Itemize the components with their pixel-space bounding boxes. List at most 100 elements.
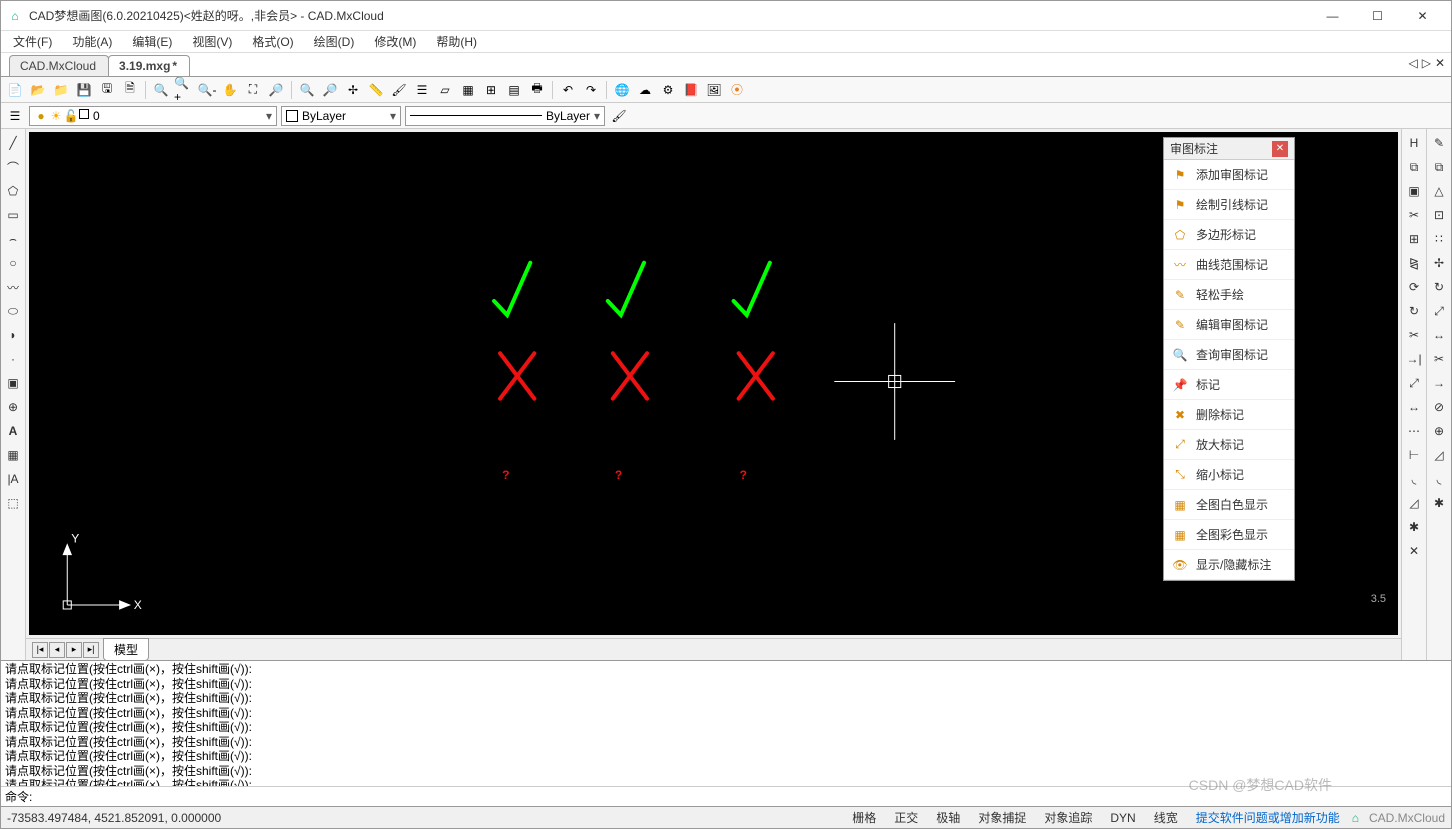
highlight-icon[interactable]: ▱ <box>435 80 455 100</box>
brush-icon[interactable]: 🖌 <box>389 80 409 100</box>
menu-func[interactable]: 功能(A) <box>66 31 118 52</box>
grid-icon[interactable]: ▦ <box>458 80 478 100</box>
trim-icon[interactable]: ✂ <box>1404 325 1424 345</box>
move-icon[interactable]: ✢ <box>343 80 363 100</box>
dim-linear-icon[interactable]: H <box>1404 133 1424 153</box>
region-icon[interactable]: ⬚ <box>3 493 23 513</box>
rotate-icon[interactable]: ↻ <box>1404 301 1424 321</box>
redo-icon[interactable]: ↷ <box>581 80 601 100</box>
paste-icon[interactable]: ▣ <box>1404 181 1424 201</box>
copy-icon[interactable]: ⧉ <box>1404 157 1424 177</box>
web-icon[interactable]: 🌐 <box>612 80 632 100</box>
layers-icon[interactable]: ☰ <box>412 80 432 100</box>
line-icon[interactable]: ╱ <box>3 133 23 153</box>
break-icon[interactable]: ⋯ <box>1404 421 1424 441</box>
erase-icon[interactable]: ✕ <box>1404 541 1424 561</box>
review-item-11[interactable]: ▦全图白色显示 <box>1164 490 1294 520</box>
stretch-icon[interactable]: ↔ <box>1404 397 1424 417</box>
ellipse-arc-icon[interactable]: ◗ <box>3 325 23 345</box>
layer-manager-icon[interactable]: ☰ <box>5 106 25 126</box>
mirror-icon[interactable]: ⧎ <box>1404 253 1424 273</box>
new-file-icon[interactable]: 📄 <box>5 80 25 100</box>
review-item-12[interactable]: ▦全图彩色显示 <box>1164 520 1294 550</box>
menu-view[interactable]: 视图(V) <box>186 31 238 52</box>
zoom-in-icon[interactable]: 🔍+ <box>174 80 194 100</box>
zoom-prev-icon[interactable]: 🔍 <box>297 80 317 100</box>
polygon-icon[interactable]: ⬠ <box>3 181 23 201</box>
review-item-0[interactable]: ⚑添加审图标记 <box>1164 160 1294 190</box>
tab-next-icon[interactable]: ▸ <box>66 642 82 658</box>
close-button[interactable]: ✕ <box>1400 2 1445 30</box>
paintbrush-icon[interactable]: 🖌 <box>609 106 629 126</box>
status-grid[interactable]: 栅格 <box>846 807 882 828</box>
mtext-icon[interactable]: |A <box>3 469 23 489</box>
zoom-scale-icon[interactable]: 🔎 <box>320 80 340 100</box>
hatch-icon[interactable]: ▦ <box>3 445 23 465</box>
help-icon[interactable]: ⦿ <box>727 80 747 100</box>
pan-icon[interactable]: ✋ <box>220 80 240 100</box>
insert-icon[interactable]: ⊕ <box>3 397 23 417</box>
tab-next-icon[interactable]: ▷ <box>1422 56 1431 70</box>
minimize-button[interactable]: — <box>1310 2 1355 30</box>
measure-icon[interactable]: 📏 <box>366 80 386 100</box>
ellipse-icon[interactable]: ⬭ <box>3 301 23 321</box>
tab-last-icon[interactable]: ▸| <box>83 642 99 658</box>
pdf-icon[interactable]: 📕 <box>681 80 701 100</box>
review-item-13[interactable]: 👁显示/隐藏标注 <box>1164 550 1294 580</box>
panel-header[interactable]: 审图标注 ✕ <box>1164 138 1294 160</box>
stretch2-icon[interactable]: ↔ <box>1429 325 1449 345</box>
print-icon[interactable]: 🖶 <box>527 80 547 100</box>
copy2-icon[interactable]: ⧉ <box>1429 157 1449 177</box>
explode-icon[interactable]: ✱ <box>1404 517 1424 537</box>
cut-icon[interactable]: ✂ <box>1404 205 1424 225</box>
status-lineweight[interactable]: 线宽 <box>1148 807 1184 828</box>
scale2-icon[interactable]: ⤢ <box>1429 301 1449 321</box>
maximize-button[interactable]: ☐ <box>1355 2 1400 30</box>
erase2-icon[interactable]: ✎ <box>1429 133 1449 153</box>
tab-close-icon[interactable]: ✕ <box>1435 56 1445 70</box>
layout-icon[interactable]: ▤ <box>504 80 524 100</box>
extend2-icon[interactable]: → <box>1429 373 1449 393</box>
review-item-6[interactable]: 🔍查询审图标记 <box>1164 340 1294 370</box>
explode2-icon[interactable]: ✱ <box>1429 493 1449 513</box>
save-as-icon[interactable]: 🖫 <box>97 80 117 100</box>
save-icon[interactable]: 💾 <box>74 80 94 100</box>
open-file-icon[interactable]: 📂 <box>28 80 48 100</box>
fillet-icon[interactable]: ◟ <box>1404 469 1424 489</box>
review-item-9[interactable]: ⤢放大标记 <box>1164 430 1294 460</box>
tab-prev-icon[interactable]: ◂ <box>49 642 65 658</box>
text-icon[interactable]: A <box>3 421 23 441</box>
offset-icon[interactable]: ⟳ <box>1404 277 1424 297</box>
chamfer2-icon[interactable]: ◿ <box>1429 445 1449 465</box>
array-icon[interactable]: ⊞ <box>1404 229 1424 249</box>
status-feedback-link[interactable]: 提交软件问题或增加新功能 <box>1190 807 1346 828</box>
menu-format[interactable]: 格式(O) <box>246 31 299 52</box>
review-item-1[interactable]: ⚑绘制引线标记 <box>1164 190 1294 220</box>
layer-combo[interactable]: ● ☀ 🔓 0 ▾ <box>29 106 277 126</box>
extend-icon[interactable]: →| <box>1404 349 1424 369</box>
status-otrack[interactable]: 对象追踪 <box>1038 807 1098 828</box>
offset2-icon[interactable]: ⊡ <box>1429 205 1449 225</box>
mirror2-icon[interactable]: △ <box>1429 181 1449 201</box>
dim-h-icon[interactable]: ⊢ <box>1404 445 1424 465</box>
image-icon[interactable]: 🖼 <box>704 80 724 100</box>
snap-icon[interactable]: ⊞ <box>481 80 501 100</box>
export-icon[interactable]: 🗎 <box>120 80 140 100</box>
zoom-out-icon[interactable]: 🔍- <box>197 80 217 100</box>
cloud-icon[interactable]: ☁ <box>635 80 655 100</box>
open-folder-icon[interactable]: 📁 <box>51 80 71 100</box>
menu-help[interactable]: 帮助(H) <box>430 31 483 52</box>
scale-icon[interactable]: ⤢ <box>1404 373 1424 393</box>
array2-icon[interactable]: ∷ <box>1429 229 1449 249</box>
arc2-icon[interactable]: ⌢ <box>3 229 23 249</box>
tab-prev-icon[interactable]: ◁ <box>1408 56 1417 70</box>
tab-first-icon[interactable]: |◂ <box>32 642 48 658</box>
rectangle-icon[interactable]: ▭ <box>3 205 23 225</box>
review-item-7[interactable]: 📌标记 <box>1164 370 1294 400</box>
block-icon[interactable]: ▣ <box>3 373 23 393</box>
menu-modify[interactable]: 修改(M) <box>368 31 422 52</box>
break2-icon[interactable]: ⊘ <box>1429 397 1449 417</box>
doc-tab-1[interactable]: CAD.MxCloud <box>9 55 109 76</box>
menu-file[interactable]: 文件(F) <box>7 31 58 52</box>
undo-icon[interactable]: ↶ <box>558 80 578 100</box>
